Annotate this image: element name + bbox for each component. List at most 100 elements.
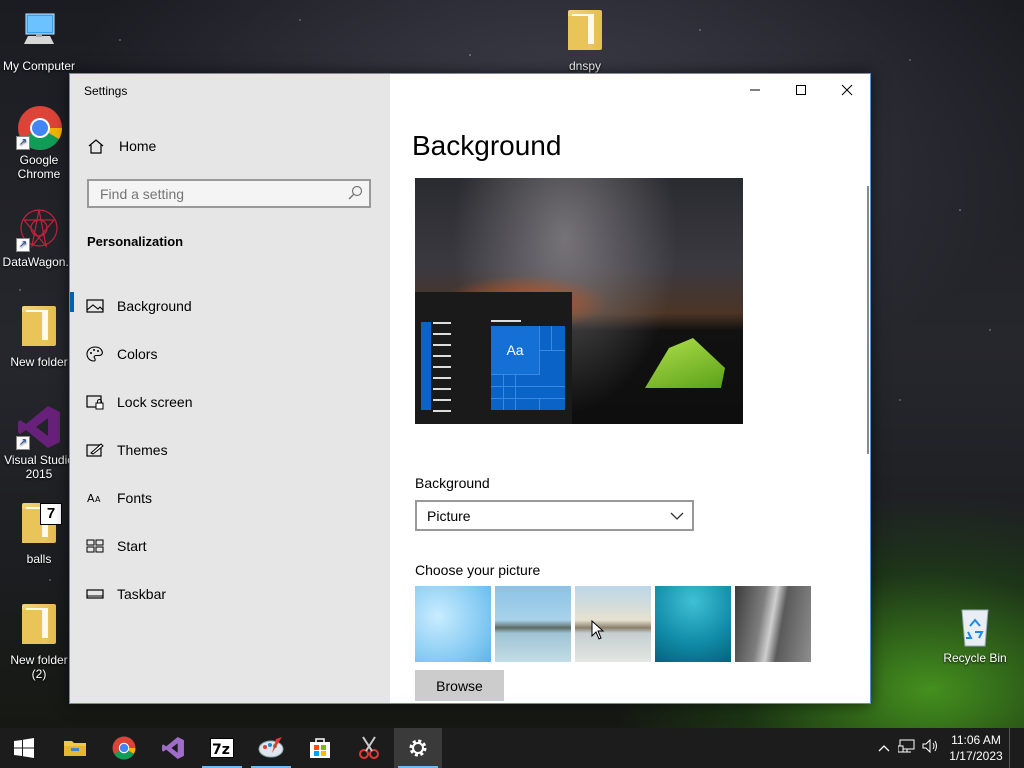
svg-text:A: A xyxy=(87,492,95,505)
nav-item-start[interactable]: Start xyxy=(70,522,390,570)
find-setting-search[interactable] xyxy=(87,179,371,208)
svg-text:7z: 7z xyxy=(212,742,230,758)
preview-start-menu: Aa xyxy=(415,292,572,424)
show-desktop-button[interactable] xyxy=(1009,728,1024,768)
nav-item-lock-screen[interactable]: Lock screen xyxy=(70,378,390,426)
folder-icon xyxy=(16,306,62,352)
windows-logo-icon xyxy=(14,738,34,758)
start-button[interactable] xyxy=(0,728,48,768)
minimize-icon xyxy=(750,89,760,91)
home-nav-item[interactable]: Home xyxy=(87,138,156,154)
show-hidden-icons-button[interactable] xyxy=(873,739,895,757)
preview-tile-header xyxy=(491,320,521,322)
desktop-icon-balls[interactable]: 7 balls xyxy=(0,503,78,566)
preview-tile-aa: Aa xyxy=(491,326,540,375)
thumbnail-beach-rocks-bright[interactable] xyxy=(575,586,651,662)
nav-item-taskbar[interactable]: Taskbar xyxy=(70,570,390,618)
taskbar-google-chrome[interactable] xyxy=(100,728,148,768)
taskbar-paint[interactable] xyxy=(247,728,295,768)
desktop-icon-my-computer[interactable]: My Computer xyxy=(0,10,78,73)
section-title: Personalization xyxy=(87,234,184,249)
themes-icon xyxy=(86,443,104,457)
page-title: Background xyxy=(412,130,562,161)
desktop-icon-dnspy[interactable]: dnspy xyxy=(546,10,624,73)
nav-item-label: Lock screen xyxy=(117,394,193,410)
palette-icon xyxy=(86,346,103,362)
volume-button[interactable] xyxy=(919,738,943,758)
nav-item-themes[interactable]: Themes xyxy=(70,426,390,474)
taskbar-file-explorer[interactable] xyxy=(51,728,99,768)
taskbar-microsoft-store[interactable] xyxy=(296,728,344,768)
shortcut-arrow-icon: ↗ xyxy=(16,238,30,252)
search-icon[interactable] xyxy=(348,185,363,200)
desktop-icon-recycle-bin[interactable]: Recycle Bin xyxy=(936,602,1014,665)
window-controls xyxy=(732,74,870,106)
desktop-icon-label: dnspy xyxy=(568,59,602,73)
home-label: Home xyxy=(119,138,157,154)
thumbnail-beach-rocks[interactable] xyxy=(495,586,571,662)
fonts-icon: AA xyxy=(87,492,101,505)
personalization-nav: Background Colors Lock screen Themes AA … xyxy=(70,282,390,618)
desktop-preview: Aa xyxy=(415,178,743,424)
visual-studio-icon xyxy=(162,737,184,759)
desktop-icon-label: My Computer xyxy=(2,59,76,73)
network-icon xyxy=(897,739,915,752)
folder-icon xyxy=(562,10,608,56)
desktop-icon-label: Google Chrome xyxy=(17,153,61,181)
taskbar-settings[interactable] xyxy=(394,728,442,768)
network-button[interactable] xyxy=(895,739,919,758)
dropdown-value: Picture xyxy=(427,508,471,524)
recycle-bin-icon xyxy=(952,602,998,648)
preview-tiles: Aa xyxy=(491,326,565,410)
clock[interactable]: 11:06 AM 1/17/2023 xyxy=(943,732,1009,764)
shortcut-arrow-icon: ↗ xyxy=(16,436,30,450)
picture-icon xyxy=(86,299,104,313)
close-button[interactable] xyxy=(824,74,870,106)
maximize-button[interactable] xyxy=(778,74,824,106)
shortcut-arrow-icon: ↗ xyxy=(16,136,30,150)
desktop-icon-label: New folder xyxy=(10,355,68,369)
vertical-scrollbar[interactable] xyxy=(867,186,869,454)
background-type-dropdown[interactable]: Picture xyxy=(415,500,694,531)
preview-tent xyxy=(645,338,725,388)
browse-button[interactable]: Browse xyxy=(415,670,504,701)
chevron-up-icon xyxy=(878,745,890,752)
chrome-icon xyxy=(112,736,136,760)
preview-start-rail xyxy=(421,322,431,410)
home-icon xyxy=(88,139,104,154)
thumbnail-underwater-swimmer[interactable] xyxy=(655,586,731,662)
system-tray: 11:06 AM 1/17/2023 xyxy=(873,728,1024,768)
desktop-icon-label: New folder (2) xyxy=(10,653,68,681)
desktop-icon-google-chrome[interactable]: ↗ Google Chrome xyxy=(0,104,78,181)
computer-icon xyxy=(16,10,62,56)
nav-item-label: Themes xyxy=(117,442,168,458)
desktop-icon-datawagon[interactable]: ↗ DataWagon... xyxy=(0,206,78,269)
visual-studio-icon: ↗ xyxy=(16,404,62,450)
thumbnail-rock-cliff[interactable] xyxy=(735,586,811,662)
thumbnail-light-blue-windows[interactable] xyxy=(415,586,491,662)
nav-item-background[interactable]: Background xyxy=(70,282,390,330)
nav-item-label: Taskbar xyxy=(117,586,167,602)
taskbar-snipping-tool[interactable] xyxy=(345,728,393,768)
start-icon xyxy=(86,539,104,553)
nav-item-label: Fonts xyxy=(117,490,153,506)
nav-item-colors[interactable]: Colors xyxy=(70,330,390,378)
search-input[interactable] xyxy=(98,185,342,203)
preview-start-list xyxy=(433,322,451,421)
desktop-icon-visual-studio-2015[interactable]: ↗ Visual Studio 2015 xyxy=(0,404,78,481)
speaker-icon xyxy=(922,738,937,753)
minimize-button[interactable] xyxy=(732,74,778,106)
taskbar-visual-studio[interactable] xyxy=(149,728,197,768)
folder-icon xyxy=(16,604,62,650)
nav-item-fonts[interactable]: AA Fonts xyxy=(70,474,390,522)
nav-item-label: Colors xyxy=(117,346,158,362)
maximize-icon xyxy=(796,85,806,95)
desktop-icon-new-folder[interactable]: New folder xyxy=(0,306,78,369)
desktop-icon-new-folder-2[interactable]: New folder (2) xyxy=(0,604,78,681)
picture-thumbnails xyxy=(415,586,811,662)
file-explorer-icon xyxy=(64,741,86,756)
settings-sidebar: Settings Home Personalization Background… xyxy=(70,74,390,703)
scissors-icon xyxy=(359,736,379,759)
svg-text:A: A xyxy=(95,495,101,504)
taskbar-7zip[interactable]: 7z xyxy=(198,728,246,768)
